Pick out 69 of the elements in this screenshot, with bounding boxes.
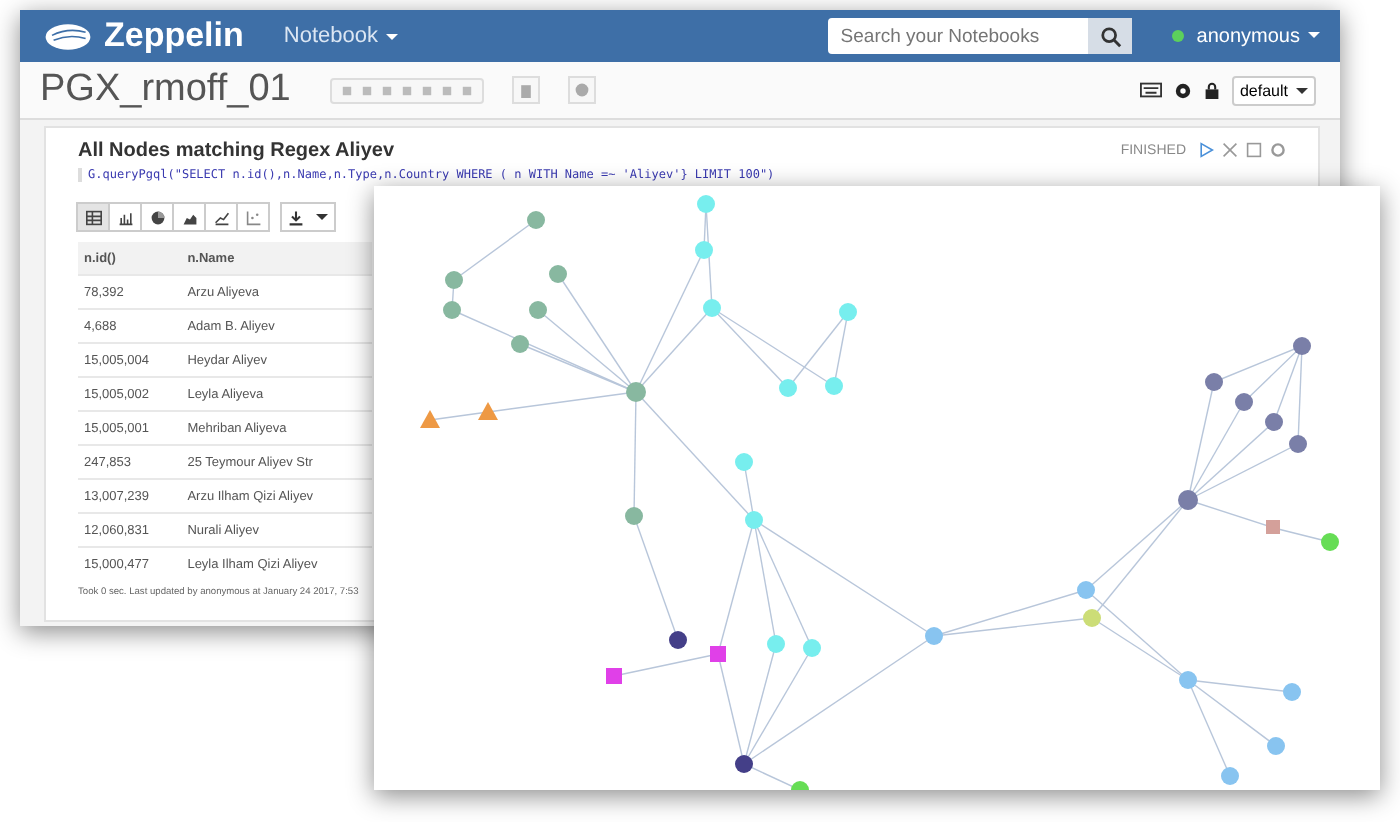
interpreter-select[interactable]: default (1231, 75, 1316, 105)
graph-node[interactable] (1083, 609, 1101, 627)
graph-node[interactable] (445, 271, 463, 289)
graph-node[interactable] (791, 781, 809, 790)
graph-node[interactable] (443, 301, 461, 319)
graph-node[interactable] (710, 646, 726, 662)
graph-node[interactable] (803, 639, 821, 657)
graph-node[interactable] (478, 402, 498, 420)
search-icon (1099, 25, 1122, 47)
graph-node[interactable] (1221, 767, 1239, 785)
graph-node[interactable] (549, 265, 567, 283)
trash-button[interactable] (512, 76, 541, 104)
download-button[interactable] (280, 202, 336, 232)
user-menu[interactable]: anonymous (1196, 25, 1320, 47)
graph-node[interactable] (779, 379, 797, 397)
graph-node[interactable] (1293, 337, 1311, 355)
graph-node[interactable] (825, 377, 843, 395)
notebook-title: PGX_rmoff_01 (40, 68, 291, 112)
graph-node[interactable] (1265, 413, 1283, 431)
search-button[interactable] (1088, 18, 1133, 54)
line-chart-icon (213, 209, 229, 225)
graph-node[interactable] (1077, 581, 1095, 599)
graph-node[interactable] (1321, 533, 1339, 551)
run-icon[interactable] (1198, 142, 1214, 158)
graph-node[interactable] (1283, 683, 1301, 701)
graph-node[interactable] (1178, 490, 1198, 510)
pie-chart-button[interactable] (140, 202, 174, 232)
table-chart-button[interactable] (76, 202, 110, 232)
paragraph-title: All Nodes matching Regex Aliyev (78, 139, 395, 161)
graph-node[interactable] (1235, 393, 1253, 411)
pie-chart-icon (149, 209, 165, 225)
area-chart-icon (181, 209, 197, 225)
bar-chart-button[interactable] (108, 202, 142, 232)
app-title[interactable]: Zeppelin (104, 16, 244, 56)
graph-node[interactable] (625, 507, 643, 525)
graph-node[interactable] (527, 211, 545, 229)
graph-node[interactable] (697, 195, 715, 213)
graph-node[interactable] (1289, 435, 1307, 453)
graph-node[interactable] (1179, 671, 1197, 689)
graph-node[interactable] (529, 301, 547, 319)
settings-button[interactable] (568, 76, 597, 104)
graph-node[interactable] (735, 453, 753, 471)
graph-node[interactable] (1266, 520, 1280, 534)
keyboard-icon[interactable] (1139, 82, 1162, 98)
graph-node[interactable] (511, 335, 529, 353)
graph-node[interactable] (1205, 373, 1223, 391)
graph-node[interactable] (767, 635, 785, 653)
graph-node[interactable] (925, 627, 943, 645)
search-field[interactable]: Search your Notebooks (828, 18, 1089, 54)
graph-node[interactable] (420, 410, 440, 428)
logo-icon (44, 21, 92, 51)
graph-node[interactable] (669, 631, 687, 649)
notebook-menu[interactable]: Notebook (283, 24, 398, 48)
graph-node[interactable] (1267, 737, 1285, 755)
scatter-chart-icon (245, 209, 261, 225)
lock-icon[interactable] (1203, 81, 1220, 99)
bar-chart-icon (117, 209, 133, 225)
graph-node[interactable] (745, 511, 763, 529)
line-chart-button[interactable] (204, 202, 238, 232)
area-chart-button[interactable] (172, 202, 206, 232)
graph-node[interactable] (695, 241, 713, 259)
graph-node[interactable] (703, 299, 721, 317)
table-chart-icon (85, 209, 101, 225)
graph-node[interactable] (626, 382, 646, 402)
graph-node[interactable] (606, 668, 622, 684)
download-icon (288, 209, 304, 225)
graph-node[interactable] (735, 755, 753, 773)
graph-node[interactable] (839, 303, 857, 321)
expand-icon[interactable] (1222, 142, 1238, 158)
